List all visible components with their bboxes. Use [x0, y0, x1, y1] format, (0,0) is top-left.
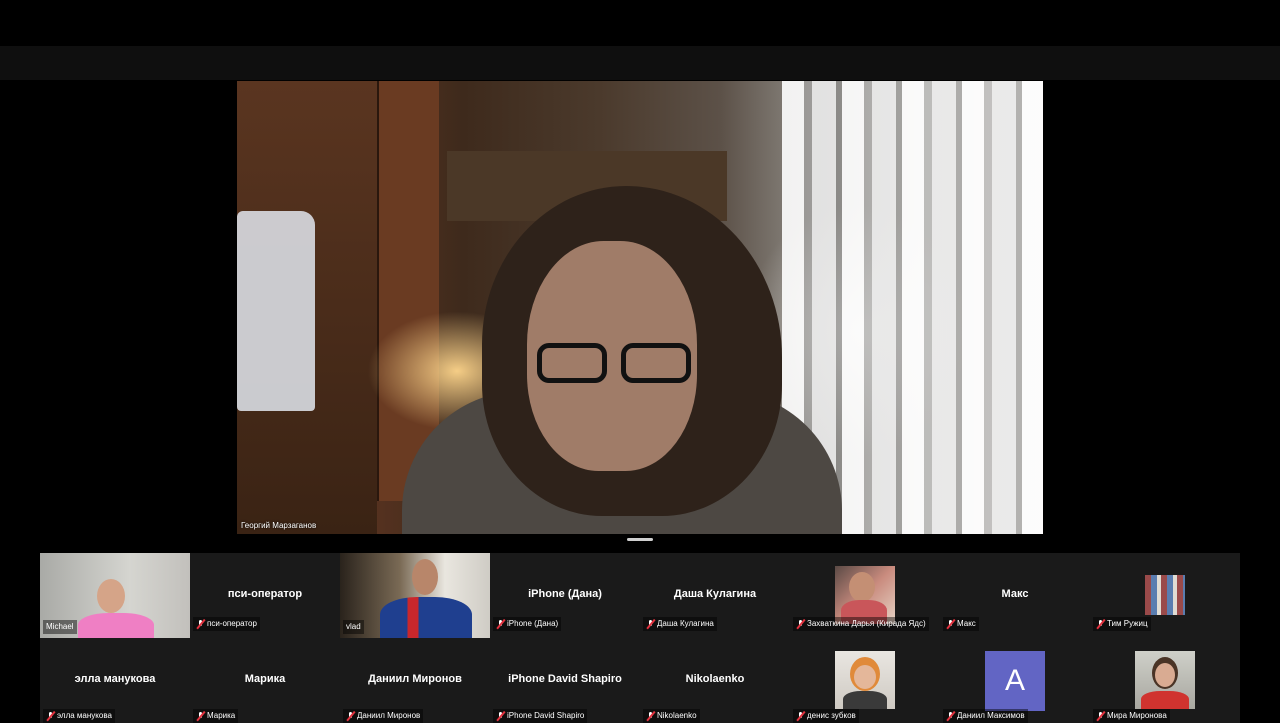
participant-avatar-photo: [1135, 651, 1195, 709]
participant-avatar-letter: A: [985, 651, 1045, 711]
participants-strip: Michael пси-оператор пси-оператор vlad i…: [40, 553, 1240, 723]
participant-name: Даша Кулагина: [657, 619, 714, 628]
participant-tile-iphone-dana[interactable]: iPhone (Дана) iPhone (Дана): [490, 553, 640, 638]
participant-name: пси-оператор: [207, 619, 257, 628]
participant-name: Макс: [957, 619, 976, 628]
participant-tile-ella-manukova[interactable]: элла манукова элла манукова: [40, 638, 190, 723]
participant-avatar-photo: [835, 651, 895, 709]
participant-tile-tim-ruzhits[interactable]: Тим Ружиц: [1090, 553, 1240, 638]
participant-center-name: iPhone (Дана): [528, 588, 602, 600]
participant-name-label: Nikolaenko: [643, 709, 700, 723]
participant-name-label: vlad: [343, 620, 364, 634]
speaker-glasses: [525, 343, 695, 387]
speaker-name-label: Георгий Марзаганов: [241, 521, 317, 530]
mic-muted-icon: [646, 619, 655, 629]
participant-tile-mira-mironova[interactable]: Мира Миронова: [1090, 638, 1240, 723]
participant-name-label: Марика: [193, 709, 239, 723]
participant-tile-psi-operator[interactable]: пси-оператор пси-оператор: [190, 553, 340, 638]
top-bar: [0, 46, 1280, 80]
participant-center-name: пси-оператор: [227, 588, 303, 600]
participant-tile-david-shapiro[interactable]: iPhone David Shapiro iPhone David Shapir…: [490, 638, 640, 723]
participant-video-face: [412, 559, 438, 595]
video-scene-shirt: [237, 211, 315, 411]
participant-name: vlad: [346, 622, 361, 631]
participant-name-label: Michael: [43, 620, 77, 634]
participant-avatar-photo: [835, 566, 895, 624]
participant-name-label: Макс: [943, 617, 979, 631]
participant-name-label: элла манукова: [43, 709, 115, 723]
participant-tile-daniil-mironov[interactable]: Даниил Миронов Даниил Миронов: [340, 638, 490, 723]
participant-name: Даниил Максимов: [957, 711, 1025, 720]
participant-tile-vlad[interactable]: vlad: [340, 553, 490, 638]
participant-name: Тим Ружиц: [1107, 619, 1148, 628]
mic-muted-icon: [796, 619, 805, 629]
mic-muted-icon: [496, 619, 505, 629]
participant-name-label: iPhone David Shapiro: [493, 709, 588, 723]
participant-name: Марика: [207, 711, 236, 720]
participant-name: Даниил Миронов: [357, 711, 421, 720]
participant-center-name: Даниил Миронов: [368, 673, 462, 685]
participant-tile-nikolaenko[interactable]: Nikolaenko Nikolaenko: [640, 638, 790, 723]
participant-center-name: Макс: [1001, 588, 1029, 600]
participant-name: Мира Миронова: [1107, 711, 1167, 720]
participant-video-body: [380, 597, 472, 638]
resize-handle[interactable]: [627, 538, 653, 541]
participant-name: iPhone (Дана): [507, 619, 559, 628]
participant-center-name: iPhone David Shapiro: [508, 673, 622, 685]
participant-name-label: Тим Ружиц: [1093, 617, 1151, 631]
mic-muted-icon: [1096, 619, 1105, 629]
participant-tile-maks[interactable]: Макс Макс: [940, 553, 1090, 638]
participant-center-name: Даша Кулагина: [673, 588, 757, 600]
participant-name-label: Даша Кулагина: [643, 617, 717, 631]
participant-tile-dasha-kulagina[interactable]: Даша Кулагина Даша Кулагина: [640, 553, 790, 638]
participant-name: Захваткина Дарья (Кирада Ядс): [807, 619, 926, 628]
participant-avatar-image: [1145, 575, 1185, 615]
participant-name-label: Захваткина Дарья (Кирада Ядс): [793, 617, 929, 631]
participant-name-label: iPhone (Дана): [493, 617, 562, 631]
participant-name-label: Даниил Миронов: [343, 709, 424, 723]
participant-name: Nikolaenko: [657, 711, 697, 720]
participant-tile-michael[interactable]: Michael: [40, 553, 190, 638]
mic-muted-icon: [196, 619, 205, 629]
participant-name-label: Даниил Максимов: [943, 709, 1028, 723]
participant-tile-denis-zubkov[interactable]: денис зубков: [790, 638, 940, 723]
active-speaker-video[interactable]: Георгий Марзаганов: [237, 81, 1043, 534]
participant-name-label: денис зубков: [793, 709, 859, 723]
participant-video-body: [78, 613, 154, 638]
participant-center-name: элла манукова: [74, 673, 156, 685]
participant-center-name: Nikolaenko: [685, 673, 745, 685]
participant-video-face: [97, 579, 125, 613]
participant-name-label: пси-оператор: [193, 617, 260, 631]
participant-tile-daniil-maksimov[interactable]: A Даниил Максимов: [940, 638, 1090, 723]
participant-name: элла манукова: [57, 711, 112, 720]
participant-center-name: Марика: [244, 673, 286, 685]
participant-name: денис зубков: [807, 711, 856, 720]
mic-muted-icon: [946, 619, 955, 629]
participant-tile-marika[interactable]: Марика Марика: [190, 638, 340, 723]
participant-name: iPhone David Shapiro: [507, 711, 585, 720]
participant-name: Michael: [46, 622, 74, 631]
participant-name-label: Мира Миронова: [1093, 709, 1170, 723]
participant-tile-zakhvatkina[interactable]: Захваткина Дарья (Кирада Ядс): [790, 553, 940, 638]
